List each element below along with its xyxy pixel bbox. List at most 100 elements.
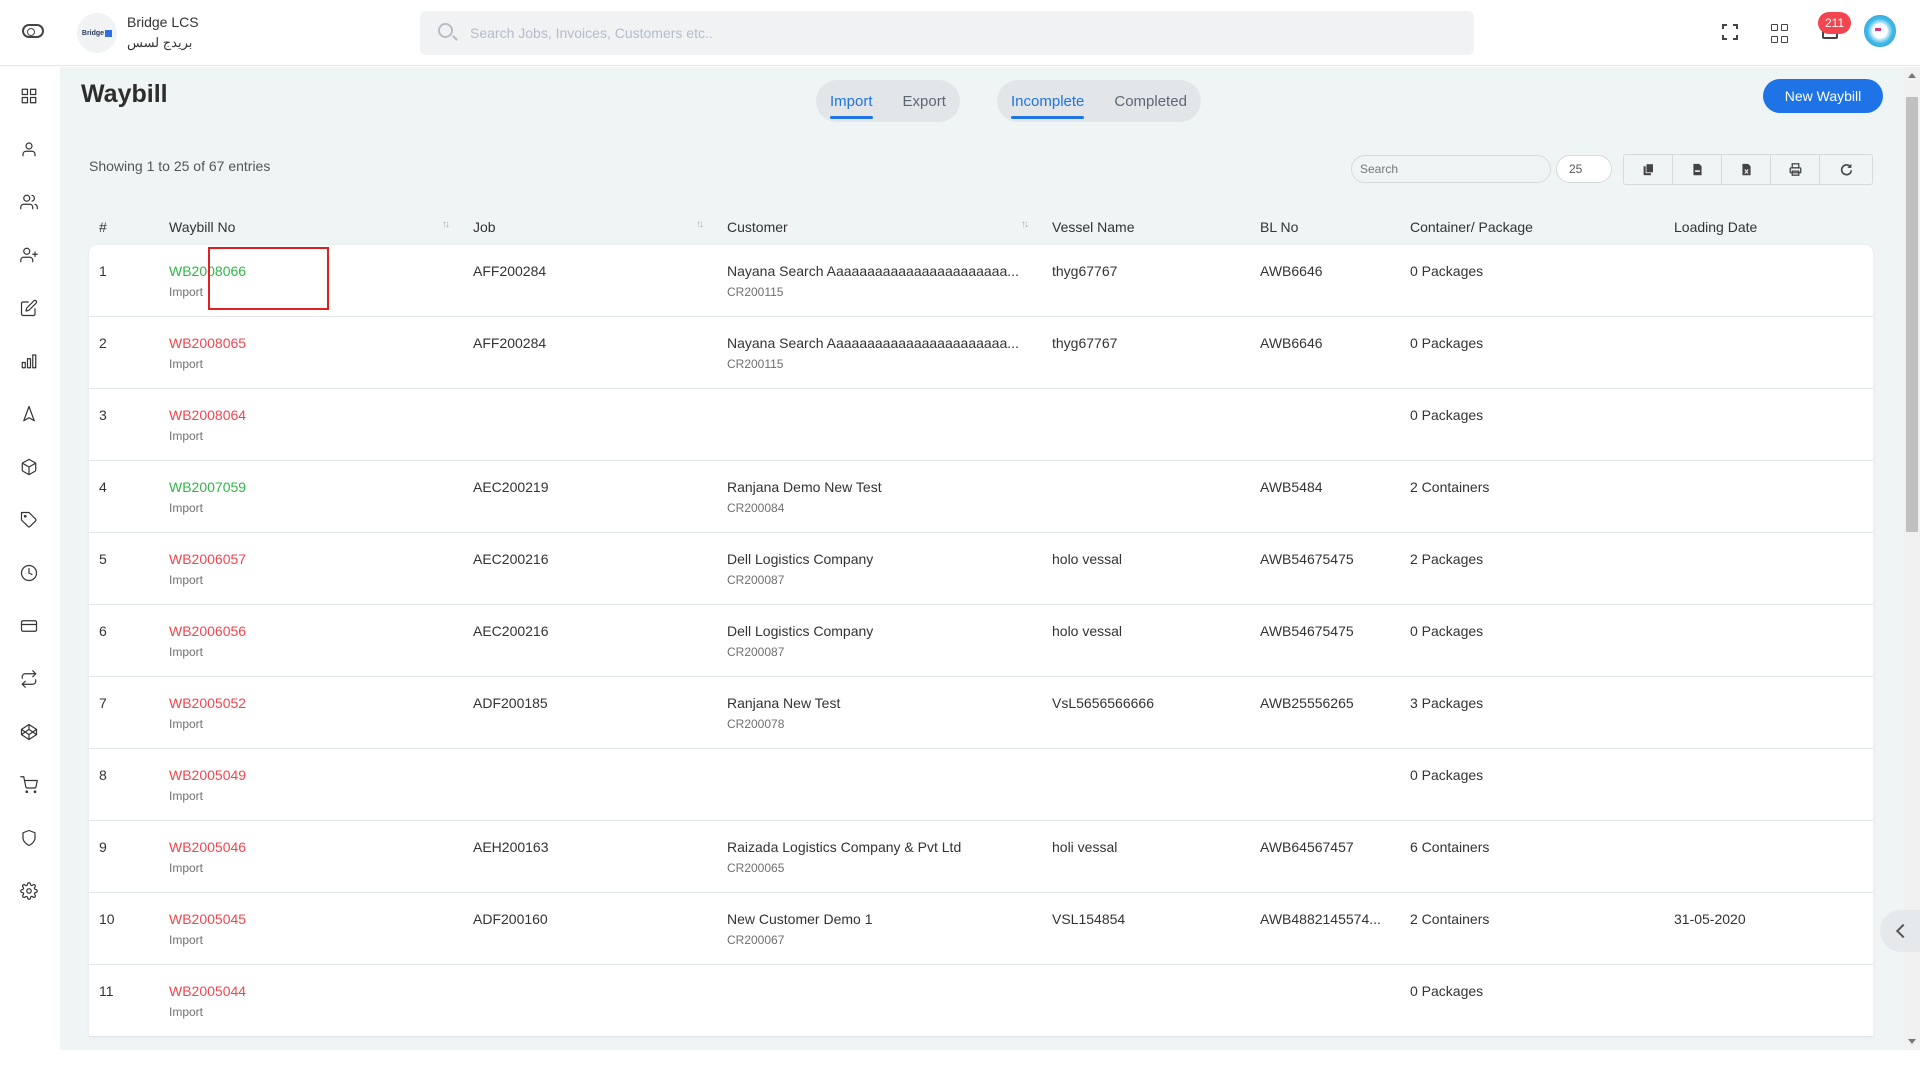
waybill-link[interactable]: WB2005044 [169,983,246,999]
col-customer[interactable]: Customer [727,209,788,245]
table-row[interactable]: 3 WB2008064 0 Packages Import [89,389,1873,461]
copy-button[interactable] [1624,155,1673,184]
container-package: 2 Containers [1410,911,1490,927]
waybill-link[interactable]: WB2005049 [169,767,246,783]
sidebar-item-tags[interactable] [18,509,40,531]
table-row[interactable]: 4 WB2007059 AEC200219 Ranjana Demo New Test… [89,461,1873,533]
col-number[interactable]: # [99,209,107,245]
waybill-link[interactable]: WB2008065 [169,335,246,351]
waybill-link[interactable]: WB2005046 [169,839,246,855]
customer-name: Ranjana Demo New Test [727,479,882,495]
row-number: 8 [99,767,107,783]
waybill-link[interactable]: WB2007059 [169,479,246,495]
container-package: 6 Containers [1410,839,1490,855]
col-job[interactable]: Job [473,209,496,245]
sidebar-item-user[interactable] [18,138,40,160]
vessel-name: holo vessal [1052,551,1123,567]
sort-icon[interactable]: ↑↓ [696,209,704,241]
new-waybill-button[interactable]: New Waybill [1763,79,1883,113]
table-row[interactable]: 6 WB2006056 AEC200216 Dell Logistics Compan… [89,605,1873,677]
page-scrollbar[interactable] [1904,67,1920,1050]
brand-logo[interactable]: Bridge [77,13,117,53]
status-tabs: Incomplete Completed [997,80,1201,122]
sidebar-item-transfers[interactable] [18,668,40,690]
table-row[interactable]: 10 WB2005045 ADF200160 New Customer Demo 1 V… [89,893,1873,965]
brand-name: Bridge LCS [127,14,199,30]
waybill-type: Import [169,717,204,731]
waybill-link[interactable]: WB2005052 [169,695,246,711]
user-avatar[interactable] [1864,15,1896,47]
table-search-input[interactable] [1351,155,1551,183]
sidebar-item-security[interactable] [18,827,40,849]
tab-import[interactable]: Import [830,93,873,119]
scroll-up-arrow[interactable] [1908,73,1916,78]
sidebar-item-modules[interactable] [18,721,40,743]
sort-icon[interactable]: ↑↓ [442,209,450,241]
col-container-package[interactable]: Container/ Package [1410,209,1533,245]
notification-badge[interactable]: 211 [1818,12,1852,34]
cart-icon [20,776,38,794]
print-button[interactable] [1771,155,1820,184]
user-plus-icon [20,247,38,263]
table-row[interactable]: 2 WB2008065 AFF200284 Nayana Search Aaaaaaa… [89,317,1873,389]
sidebar-item-settings[interactable] [18,880,40,902]
sidebar-item-add-user[interactable] [18,244,40,266]
col-waybill-no[interactable]: Waybill No [169,209,235,245]
sidebar-item-reports[interactable] [18,350,40,372]
fullscreen-icon[interactable] [1720,22,1740,42]
sidebar-toggle-icon[interactable] [22,24,44,38]
table-row[interactable]: 9 WB2005046 AEH200163 Raizada Logistics Com… [89,821,1873,893]
sidebar-item-users[interactable] [18,191,40,213]
refresh-button[interactable] [1820,155,1872,184]
container-package: 0 Packages [1410,767,1484,783]
customer-code: CR200065 [727,861,785,875]
table-row[interactable]: 1 WB2008066 AFF200284 Nayana Search Aaaaaaa… [89,245,1873,317]
sort-icon[interactable]: ↑↓ [1021,209,1029,241]
panel-collapse-button[interactable] [1880,910,1920,952]
col-bl-no[interactable]: BL No [1260,209,1298,245]
csv-button[interactable] [1673,155,1722,184]
excel-button[interactable] [1722,155,1771,184]
global-search[interactable] [420,11,1474,55]
container-package: 2 Packages [1410,551,1484,567]
container-package: 0 Packages [1410,263,1484,279]
customer-code: CR200087 [727,573,785,587]
page-length-select[interactable] [1556,155,1612,183]
tab-incomplete[interactable]: Incomplete [1011,93,1085,119]
scroll-thumb[interactable] [1906,97,1918,532]
global-search-input[interactable] [470,11,1450,55]
waybill-link[interactable]: WB2005045 [169,911,246,927]
vessel-name: holi vessal [1052,839,1118,855]
sidebar-item-cart[interactable] [18,774,40,796]
waybill-type: Import [169,285,204,299]
vessel-name: thyg67767 [1052,335,1118,351]
table-row[interactable]: 7 WB2005052 ADF200185 Ranjana New Test VsL56… [89,677,1873,749]
tag-icon [20,511,37,528]
scroll-down-arrow[interactable] [1908,1039,1916,1044]
navigation-icon [23,405,35,422]
sidebar-item-history[interactable] [18,562,40,584]
tab-completed[interactable]: Completed [1114,93,1187,110]
table-row[interactable]: 5 WB2006057 AEC200216 Dell Logistics Compan… [89,533,1873,605]
col-loading-date[interactable]: Loading Date [1674,209,1757,245]
sidebar [0,67,60,1080]
waybill-link[interactable]: WB2006056 [169,623,246,639]
vessel-name: holo vessal [1052,623,1123,639]
apps-grid-icon[interactable] [1771,24,1791,44]
customer-name: Ranjana New Test [727,695,841,711]
tab-export[interactable]: Export [903,93,946,110]
direction-tabs: Import Export [816,80,960,122]
sidebar-item-dashboard[interactable] [18,85,40,107]
sidebar-item-payments[interactable] [18,615,40,637]
sidebar-item-edit[interactable] [18,297,40,319]
table-row[interactable]: 11 WB2005044 0 Packages Import [89,965,1873,1037]
col-vessel-name[interactable]: Vessel Name [1052,209,1134,245]
row-number: 4 [99,479,107,495]
waybill-link[interactable]: WB2006057 [169,551,246,567]
waybill-link[interactable]: WB2008066 [169,263,246,279]
customer-code: CR200067 [727,933,785,947]
table-row[interactable]: 8 WB2005049 0 Packages Import [89,749,1873,821]
sidebar-item-packages[interactable] [18,456,40,478]
sidebar-item-navigation[interactable] [18,403,40,425]
waybill-link[interactable]: WB2008064 [169,407,246,423]
